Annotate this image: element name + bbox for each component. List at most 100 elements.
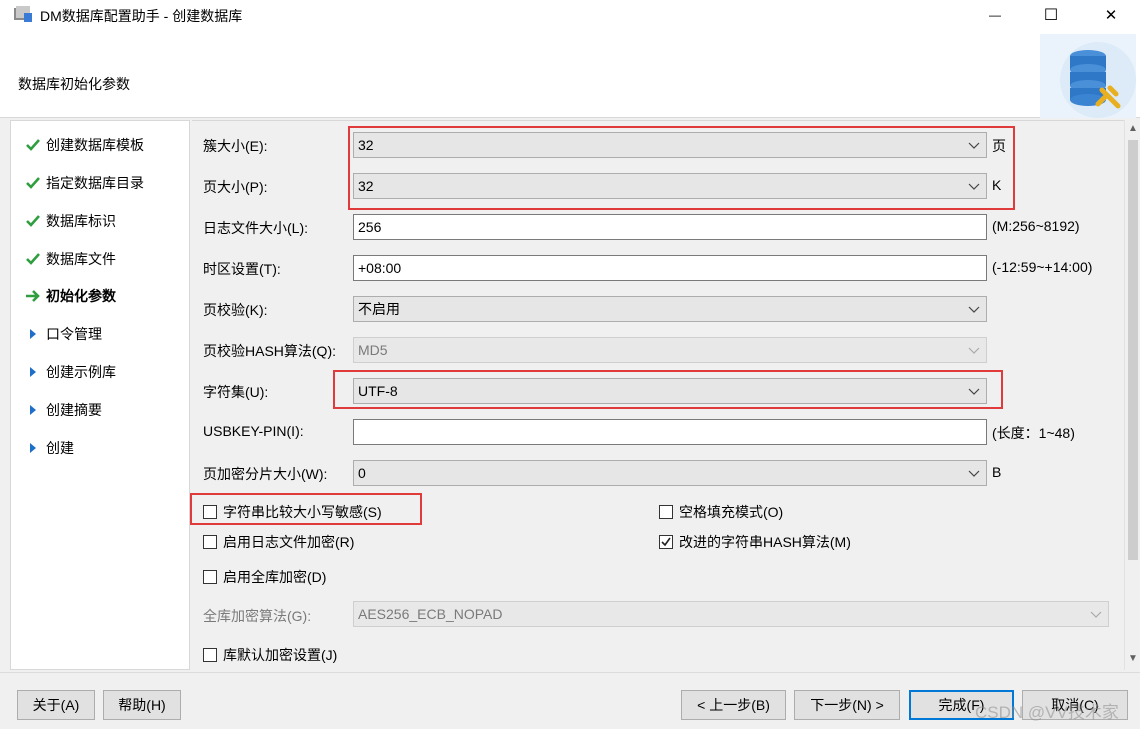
chevron-down-icon [968,347,980,354]
database-gear-icon [1040,34,1136,118]
finish-button[interactable]: 完成(F) [909,690,1014,720]
default-enc-settings-checkbox[interactable]: 库默认加密设置(J) [203,645,337,665]
improved-hash-checkbox[interactable]: 改进的字符串HASH算法(M) [659,532,851,552]
checkbox-box [203,648,217,662]
triangle-right-icon [23,438,43,458]
page-title: 数据库初始化参数 [18,76,130,92]
checkmark-icon [661,537,671,547]
step-item: 创建 [23,437,74,459]
triangle-right-icon [23,362,43,382]
maximize-icon: ☐ [1043,7,1059,24]
case-sensitive-label: 字符串比较大小写敏感(S) [223,504,382,520]
about-button[interactable]: 关于(A) [17,690,95,720]
minimize-button[interactable]: — [972,0,1018,30]
triangle-right-icon [23,324,43,344]
chevron-down-icon [968,183,980,190]
step-item: 指定数据库目录 [23,172,144,194]
checkbox-box [203,535,217,549]
page-check-value: 不启用 [358,301,400,317]
page-enc-slice-select[interactable]: 0 [353,460,987,486]
chevron-down-icon [968,470,980,477]
case-sensitive-checkbox[interactable]: 字符串比较大小写敏感(S) [203,502,382,522]
improved-hash-label: 改进的字符串HASH算法(M) [679,534,851,550]
step-item: 创建示例库 [23,361,116,383]
log-size-hint: (M:256~8192) [992,218,1080,234]
time-zone-value: +08:00 [358,260,402,276]
page-check-select[interactable]: 不启用 [353,296,987,322]
step-label: 指定数据库目录 [46,175,144,191]
blank-pad-mode-label: 空格填充模式(O) [679,504,784,520]
step-item-current: 初始化参数 [23,285,116,307]
page-size-select[interactable]: 32 [353,173,987,199]
page-check-hash-select: MD5 [353,337,987,363]
checkbox-box [659,505,673,519]
step-item: 口令管理 [23,323,102,345]
title-bar: DM数据库配置助手 - 创建数据库 — ☐ ✕ [0,0,1140,30]
check-icon [23,211,43,231]
step-label: 数据库文件 [46,251,116,267]
maximize-button[interactable]: ☐ [1028,0,1074,30]
chevron-down-icon [968,388,980,395]
full-db-enc-algo-label: 全库加密算法(G): [203,608,312,624]
scroll-down-icon[interactable]: ▼ [1128,653,1138,664]
extent-size-select[interactable]: 32 [353,132,987,158]
help-button[interactable]: 帮助(H) [103,690,181,720]
page-check-label: 页校验(K): [203,302,268,318]
close-button[interactable]: ✕ [1088,0,1134,30]
full-db-encrypt-label: 启用全库加密(D) [223,569,327,585]
prev-button[interactable]: < 上一步(B) [681,690,786,720]
page-enc-slice-label: 页加密分片大小(W): [203,466,328,482]
page-enc-slice-unit: B [992,464,1002,480]
page-size-unit: K [992,177,1002,193]
step-item: 数据库标识 [23,210,116,232]
step-label: 数据库标识 [46,213,116,229]
check-icon [23,249,43,269]
extent-size-value: 32 [358,137,374,153]
step-label: 口令管理 [46,326,102,342]
wizard-header: 数据库初始化参数 [0,30,1140,118]
cancel-button[interactable]: 取消(C) [1022,690,1128,720]
full-db-encrypt-checkbox[interactable]: 启用全库加密(D) [203,567,326,587]
charset-value: UTF-8 [358,383,398,399]
usbkey-pin-label: USBKEY-PIN(I): [203,423,304,439]
step-label: 创建示例库 [46,364,116,380]
charset-label: 字符集(U): [203,384,269,400]
page-size-label: 页大小(P): [203,179,268,195]
app-icon [13,5,33,23]
default-enc-settings-label: 库默认加密设置(J) [223,647,338,663]
minimize-icon: — [989,8,1001,22]
next-button[interactable]: 下一步(N) > [794,690,900,720]
window-title: DM数据库配置助手 - 创建数据库 [40,8,243,24]
step-item: 创建摘要 [23,399,102,421]
blank-pad-mode-checkbox[interactable]: 空格填充模式(O) [659,502,783,522]
triangle-right-icon [23,400,43,420]
arrow-right-icon [23,286,43,306]
time-zone-input[interactable]: +08:00 [353,255,987,281]
extent-size-unit: 页 [992,138,1006,154]
chevron-down-icon [968,142,980,149]
log-size-input[interactable]: 256 [353,214,987,240]
time-zone-hint: (-12:59~+14:00) [992,259,1093,275]
step-label: 创建 [46,440,74,456]
checkbox-box [203,505,217,519]
charset-select[interactable]: UTF-8 [353,378,987,404]
time-zone-label: 时区设置(T): [203,261,281,277]
page-check-hash-value: MD5 [358,342,388,358]
checkbox-box [203,570,217,584]
vertical-scrollbar[interactable]: ▲ ▼ [1124,120,1140,670]
full-db-enc-algo-value: AES256_ECB_NOPAD [358,606,503,622]
log-encrypt-label: 启用日志文件加密(R) [223,534,355,550]
scrollbar-thumb[interactable] [1128,140,1138,560]
usbkey-pin-input[interactable] [353,419,987,445]
step-item: 创建数据库模板 [23,134,144,156]
chevron-down-icon [968,306,980,313]
step-item: 数据库文件 [23,248,116,270]
scroll-up-icon[interactable]: ▲ [1128,123,1138,134]
page-check-hash-label: 页校验HASH算法(Q): [203,343,336,359]
step-label: 初始化参数 [46,288,116,304]
step-label: 创建数据库模板 [46,137,144,153]
wizard-steps: 创建数据库模板 指定数据库目录 数据库标识 数据库文件 初始化参数 口令管理 创… [10,120,190,670]
log-encrypt-checkbox[interactable]: 启用日志文件加密(R) [203,532,354,552]
step-label: 创建摘要 [46,402,102,418]
usbkey-pin-hint: (长度：1~48) [992,425,1075,441]
